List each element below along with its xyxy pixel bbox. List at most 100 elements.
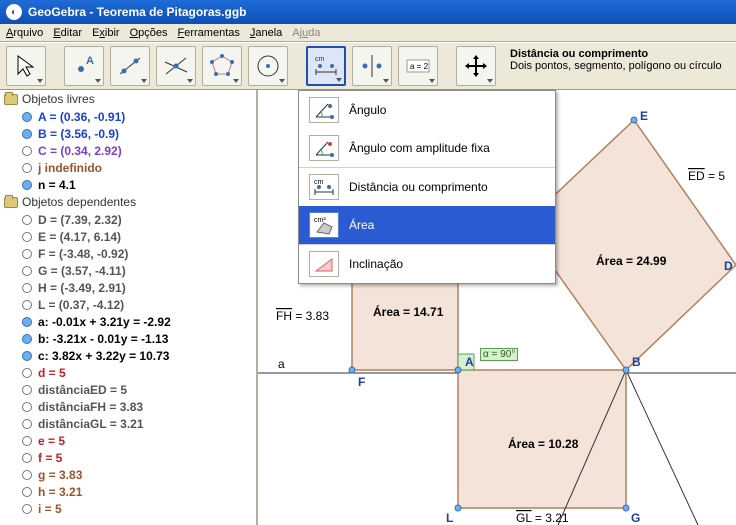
- tree-item[interactable]: i = 5: [0, 500, 256, 517]
- tree-item[interactable]: C = (0.34, 2.92): [0, 142, 256, 159]
- dropdown-item-inclinacao[interactable]: Inclinação: [299, 245, 555, 283]
- object-label: a: -0.01x + 3.21y = -2.92: [38, 315, 171, 329]
- visibility-bullet[interactable]: [22, 317, 32, 327]
- object-label: b: -3.21x - 0.01y = -1.13: [38, 332, 168, 346]
- dropdown-item-angulo[interactable]: Ângulo: [299, 91, 555, 129]
- tree-item[interactable]: e = 5: [0, 432, 256, 449]
- pointer-icon: [12, 52, 40, 80]
- tree-item[interactable]: d = 5: [0, 364, 256, 381]
- visibility-bullet[interactable]: [22, 283, 32, 293]
- tool-ray[interactable]: [156, 46, 196, 86]
- menu-janela[interactable]: Janela: [250, 27, 282, 39]
- visibility-bullet[interactable]: [22, 232, 32, 242]
- visibility-bullet[interactable]: [22, 470, 32, 480]
- tree-item[interactable]: E = (4.17, 6.14): [0, 228, 256, 245]
- tool-line[interactable]: [110, 46, 150, 86]
- angle-fixed-icon: [309, 135, 339, 161]
- visibility-bullet[interactable]: [22, 487, 32, 497]
- visibility-bullet[interactable]: [22, 351, 32, 361]
- visibility-bullet[interactable]: [22, 334, 32, 344]
- folder-icon: [4, 197, 18, 208]
- menu-exibir[interactable]: Exibir: [92, 27, 120, 39]
- toolbar: A cm a = 2 Distância ou comprimento Dois…: [0, 42, 736, 90]
- tree-item[interactable]: h = 3.21: [0, 483, 256, 500]
- free-objects-header[interactable]: Objetos livres: [0, 90, 256, 108]
- object-label: C = (0.34, 2.92): [38, 144, 122, 158]
- visibility-bullet[interactable]: [22, 249, 32, 259]
- tree-item[interactable]: D = (7.39, 2.32): [0, 211, 256, 228]
- dropdown-label: Distância ou comprimento: [349, 180, 488, 194]
- tree-item[interactable]: H = (-3.49, 2.91): [0, 279, 256, 296]
- tool-circle[interactable]: [248, 46, 288, 86]
- tree-item[interactable]: distânciaFH = 3.83: [0, 398, 256, 415]
- tree-item[interactable]: G = (3.57, -4.11): [0, 262, 256, 279]
- tool-reflect[interactable]: [352, 46, 392, 86]
- tree-item[interactable]: B = (3.56, -0.9): [0, 125, 256, 142]
- distance-icon: cm: [309, 174, 339, 200]
- object-label: distânciaED = 5: [38, 383, 127, 397]
- tool-polygon[interactable]: [202, 46, 242, 86]
- tool-point[interactable]: A: [64, 46, 104, 86]
- visibility-bullet[interactable]: [22, 300, 32, 310]
- object-label: H = (-3.49, 2.91): [38, 281, 126, 295]
- object-label: h = 3.21: [38, 485, 82, 499]
- tool-desc-sub: Dois pontos, segmento, polígono ou círcu…: [510, 60, 730, 72]
- visibility-bullet[interactable]: [22, 129, 32, 139]
- svg-text:F: F: [358, 375, 365, 389]
- object-label: F = (-3.48, -0.92): [38, 247, 128, 261]
- object-label: n = 4.1: [38, 178, 76, 192]
- visibility-bullet[interactable]: [22, 436, 32, 446]
- visibility-bullet[interactable]: [22, 368, 32, 378]
- tool-desc-title: Distância ou comprimento: [510, 48, 730, 60]
- visibility-bullet[interactable]: [22, 163, 32, 173]
- menu-arquivo[interactable]: Arquivo: [6, 27, 43, 39]
- menu-editar[interactable]: Editar: [53, 27, 82, 39]
- dropdown-item-area[interactable]: cm² Área: [299, 206, 555, 244]
- visibility-bullet[interactable]: [22, 266, 32, 276]
- visibility-bullet[interactable]: [22, 215, 32, 225]
- visibility-bullet[interactable]: [22, 504, 32, 514]
- algebra-view[interactable]: Objetos livres A = (0.36, -0.91)B = (3.5…: [0, 90, 258, 525]
- visibility-bullet[interactable]: [22, 402, 32, 412]
- visibility-bullet[interactable]: [22, 112, 32, 122]
- tree-item[interactable]: g = 3.83: [0, 466, 256, 483]
- tree-item[interactable]: a: -0.01x + 3.21y = -2.92: [0, 313, 256, 330]
- dropdown-item-distancia[interactable]: cm Distância ou comprimento: [299, 168, 555, 206]
- tree-item[interactable]: j indefinido: [0, 159, 256, 176]
- menu-ferramentas[interactable]: Ferramentas: [178, 27, 240, 39]
- tool-description: Distância ou comprimento Dois pontos, se…: [502, 46, 730, 72]
- dependent-objects-header[interactable]: Objetos dependentes: [0, 193, 256, 211]
- visibility-bullet[interactable]: [22, 180, 32, 190]
- tree-item[interactable]: F = (-3.48, -0.92): [0, 245, 256, 262]
- tree-item[interactable]: b: -3.21x - 0.01y = -1.13: [0, 330, 256, 347]
- svg-text:A: A: [86, 55, 94, 67]
- svg-text:Área = 24.99: Área = 24.99: [596, 253, 667, 268]
- svg-text:ED = 5: ED = 5: [688, 169, 725, 183]
- tree-item[interactable]: n = 4.1: [0, 176, 256, 193]
- visibility-bullet[interactable]: [22, 453, 32, 463]
- tree-item[interactable]: f = 5: [0, 449, 256, 466]
- tool-text[interactable]: a = 2: [398, 46, 438, 86]
- menu-opcoes[interactable]: Opções: [130, 27, 168, 39]
- menubar: Arquivo Editar Exibir Opções Ferramentas…: [0, 24, 736, 42]
- tree-item[interactable]: A = (0.36, -0.91): [0, 108, 256, 125]
- svg-text:GL = 3.21: GL = 3.21: [516, 511, 569, 525]
- window-title: GeoGebra - Teorema de Pitagoras.ggb: [28, 5, 247, 19]
- svg-text:L: L: [446, 511, 453, 525]
- dropdown-label: Inclinação: [349, 257, 403, 271]
- visibility-bullet[interactable]: [22, 419, 32, 429]
- tree-item[interactable]: distânciaED = 5: [0, 381, 256, 398]
- tool-move-view[interactable]: [456, 46, 496, 86]
- tree-item[interactable]: L = (0.37, -4.12): [0, 296, 256, 313]
- visibility-bullet[interactable]: [22, 146, 32, 156]
- dropdown-item-angulo-fixo[interactable]: Ângulo com amplitude fixa: [299, 129, 555, 167]
- svg-text:a = 2: a = 2: [410, 62, 429, 71]
- tree-item[interactable]: c: 3.82x + 3.22y = 10.73: [0, 347, 256, 364]
- menu-ajuda[interactable]: Ajuda: [292, 27, 320, 39]
- tool-pointer[interactable]: [6, 46, 46, 86]
- angle-badge: α = 90°: [480, 348, 518, 361]
- visibility-bullet[interactable]: [22, 385, 32, 395]
- tree-item[interactable]: distânciaGL = 3.21: [0, 415, 256, 432]
- app-icon: ◐: [6, 4, 22, 20]
- tool-measure[interactable]: cm: [306, 46, 346, 86]
